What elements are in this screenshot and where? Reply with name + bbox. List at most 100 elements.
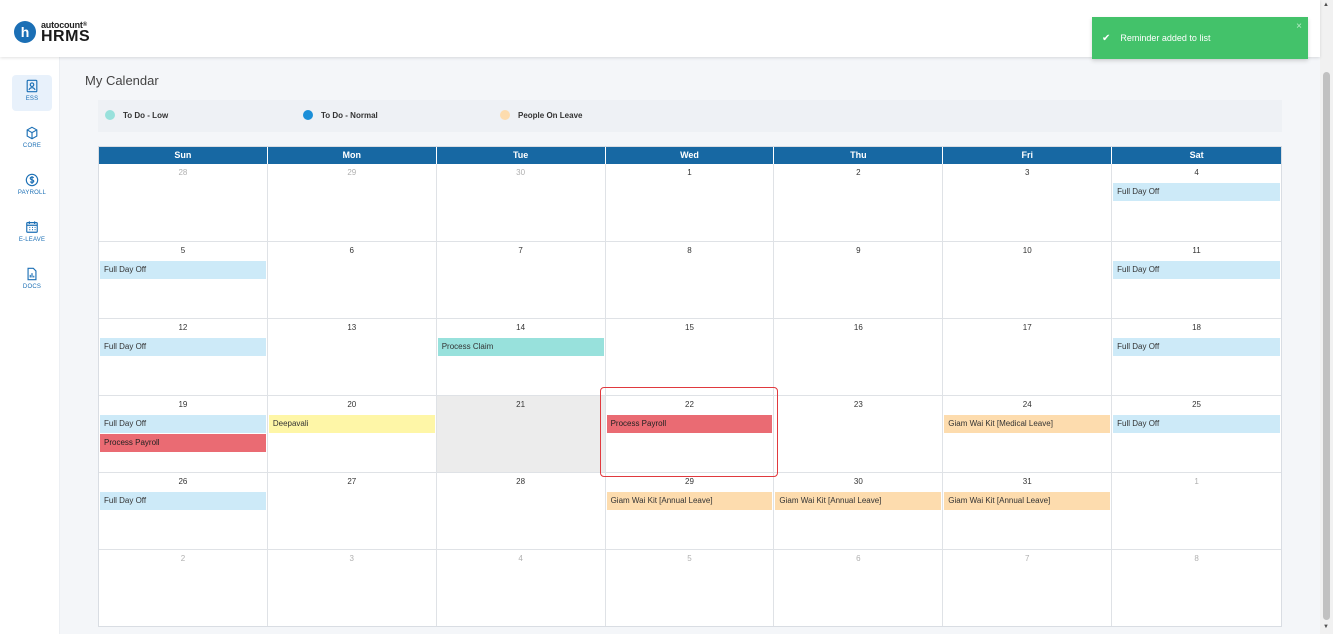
sidebar-item-core[interactable]: CORE: [12, 122, 52, 158]
calendar-day[interactable]: 28: [437, 473, 606, 549]
calendar-event[interactable]: Full Day Off: [1113, 261, 1280, 279]
calendar-day[interactable]: 5: [606, 550, 775, 626]
calendar-event[interactable]: Full Day Off: [100, 338, 266, 356]
toast-notification: ✔ Reminder added to list ×: [1092, 17, 1308, 59]
calendar-event[interactable]: Giam Wai Kit [Annual Leave]: [606, 492, 773, 510]
calendar-day[interactable]: 12 Full Day Off: [99, 319, 268, 395]
day-number: 6: [856, 554, 861, 563]
day-number: 17: [1022, 323, 1032, 332]
calendar-week: 12 Full Day Off 13 14 Process Claim 15 16 17 18 F…: [99, 318, 1281, 395]
calendar-day[interactable]: 23: [774, 396, 944, 472]
day-number: 31: [1022, 477, 1032, 486]
calendar-day[interactable]: 5 Full Day Off: [99, 242, 268, 318]
legend-item-low: To Do - Low: [105, 110, 168, 120]
scroll-thumb[interactable]: [1323, 72, 1330, 620]
day-number: 29: [347, 168, 357, 177]
legend-label: To Do - Low: [123, 110, 169, 120]
calendar-day[interactable]: 30 Giam Wai Kit [Annual Leave]: [774, 473, 944, 549]
scroll-down-icon[interactable]: ▼: [1323, 624, 1329, 630]
sidebar-item-e-leave[interactable]: E-LEAVE: [12, 216, 52, 252]
day-number: 4: [518, 554, 523, 563]
calendar-event[interactable]: Full Day Off: [1113, 183, 1280, 201]
calendar-day[interactable]: 24 Giam Wai Kit [Medical Leave]: [943, 396, 1113, 472]
calendar-day[interactable]: 29: [268, 164, 437, 241]
calendar-day[interactable]: 13: [268, 319, 437, 395]
app-logo[interactable]: h autocount® HRMS: [14, 20, 91, 45]
calendar-day[interactable]: 4 Full Day Off: [1112, 164, 1281, 241]
calendar-event[interactable]: Full Day Off: [100, 261, 266, 279]
calendar-day[interactable]: 14 Process Claim: [437, 319, 606, 395]
calendar-day[interactable]: 2: [99, 550, 268, 626]
day-number: 28: [178, 168, 188, 177]
calendar-day[interactable]: 21: [436, 396, 606, 472]
sidebar-item-docs[interactable]: DOCS: [12, 263, 52, 299]
calendar-day[interactable]: 6: [268, 242, 437, 318]
calendar-event[interactable]: Giam Wai Kit [Medical Leave]: [944, 415, 1111, 433]
calendar-event[interactable]: Giam Wai Kit [Annual Leave]: [775, 492, 942, 510]
check-icon: ✔: [1102, 32, 1111, 44]
calendar-day[interactable]: 27: [268, 473, 437, 549]
calendar-event[interactable]: Full Day Off: [100, 415, 266, 433]
month-calendar: Sun Mon Tue Wed Thu Fri Sat 28 29 30 1 2 3 4 Fu…: [98, 146, 1282, 627]
calendar-day[interactable]: 28: [99, 164, 268, 241]
calendar-day[interactable]: 17: [943, 319, 1113, 395]
cube-icon: [26, 126, 38, 140]
calendar-week: 5 Full Day Off 6 7 8 9 10 11 Full Day Off: [99, 241, 1281, 318]
calendar-day[interactable]: 16: [774, 319, 944, 395]
calendar-day[interactable]: 26 Full Day Off: [99, 473, 268, 549]
weekday-mon: Mon: [268, 147, 437, 164]
calendar-day[interactable]: 8: [1112, 550, 1281, 626]
day-number: 2: [856, 168, 861, 177]
calendar-day[interactable]: 30: [437, 164, 606, 241]
calendar-event[interactable]: Process Payroll: [100, 434, 266, 452]
calendar-day[interactable]: 3: [943, 164, 1113, 241]
sidebar-item-label: PAYROLL: [17, 190, 47, 196]
close-icon[interactable]: ×: [1296, 21, 1302, 32]
calendar-week: 28 29 30 1 2 3 4 Full Day Off: [99, 164, 1281, 241]
sidebar-item-ess[interactable]: ESS: [12, 75, 52, 111]
weekday-wed: Wed: [606, 147, 775, 164]
calendar-event[interactable]: Process Claim: [437, 338, 604, 356]
calendar-day[interactable]: 1: [1112, 473, 1281, 549]
day-number: 25: [1192, 400, 1202, 409]
calendar-day[interactable]: 25 Full Day Off: [1112, 396, 1281, 472]
calendar-day[interactable]: 3: [268, 550, 437, 626]
calendar-day[interactable]: 31 Giam Wai Kit [Annual Leave]: [943, 473, 1113, 549]
day-number: 14: [516, 323, 526, 332]
calendar-day[interactable]: 10: [943, 242, 1113, 318]
calendar-day[interactable]: 9: [774, 242, 944, 318]
calendar-day[interactable]: 19 Full Day Off Process Payroll: [99, 396, 268, 472]
page-scrollbar[interactable]: ▲ ▼: [1320, 0, 1333, 634]
calendar-day[interactable]: 7: [943, 550, 1113, 626]
calendar-event[interactable]: Full Day Off: [100, 492, 266, 510]
calendar-day[interactable]: 18 Full Day Off: [1112, 319, 1281, 395]
calendar-day[interactable]: 20 Deepavali: [268, 396, 437, 472]
calendar-day[interactable]: 6: [774, 550, 944, 626]
calendar-day[interactable]: 8: [606, 242, 775, 318]
calendar-day[interactable]: 4: [437, 550, 606, 626]
calendar-week: 19 Full Day Off Process Payroll 20 Deepavali…: [99, 395, 1281, 472]
calendar-day[interactable]: 29 Giam Wai Kit [Annual Leave]: [606, 473, 775, 549]
sidebar-item-label: DOCS: [22, 284, 42, 290]
day-number: 3: [349, 554, 354, 563]
day-number: 6: [349, 246, 354, 255]
sidebar-item-payroll[interactable]: PAYROLL: [12, 169, 52, 205]
calendar-event[interactable]: Full Day Off: [1113, 415, 1280, 433]
calendar-day[interactable]: 7: [437, 242, 606, 318]
calendar-event[interactable]: Deepavali: [268, 415, 435, 433]
day-number: 13: [347, 323, 357, 332]
calendar-day[interactable]: 15: [606, 319, 775, 395]
logo-product: HRMS: [41, 28, 91, 45]
calendar-day[interactable]: 11 Full Day Off: [1112, 242, 1281, 318]
scroll-up-icon[interactable]: ▲: [1323, 2, 1329, 8]
calendar-event[interactable]: Process Payroll: [606, 415, 773, 433]
calendar-day[interactable]: 2: [774, 164, 944, 241]
day-number: 11: [1192, 246, 1201, 255]
calendar-day[interactable]: 1: [606, 164, 775, 241]
calendar-event[interactable]: Full Day Off: [1113, 338, 1280, 356]
calendar-event[interactable]: Giam Wai Kit [Annual Leave]: [944, 492, 1111, 510]
day-number: 22: [685, 400, 694, 409]
calendar-legend: To Do - Low To Do - Normal People On Lea…: [98, 100, 1282, 132]
main-content: My Calendar To Do - Low To Do - Normal P…: [60, 57, 1320, 634]
calendar-day[interactable]: 22 Process Payroll: [606, 396, 775, 472]
